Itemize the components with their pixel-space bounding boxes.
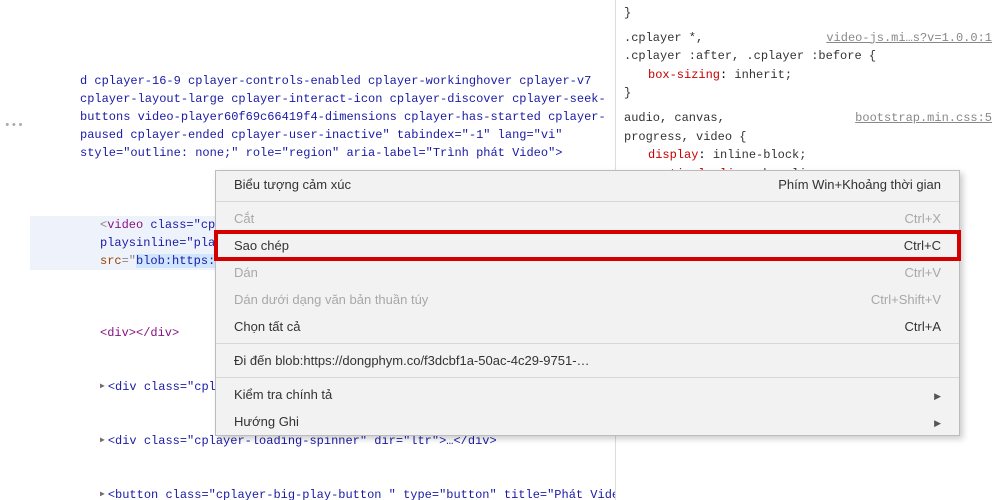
menu-emoji[interactable]: Biểu tượng cảm xúc Phím Win+Khoảng thời …: [216, 171, 959, 198]
menu-paste-plain[interactable]: Dán dưới dạng văn bản thuần túy Ctrl+Shi…: [216, 286, 959, 313]
menu-separator: [216, 377, 959, 378]
menu-goto-url[interactable]: Đi đến blob:https://dongphym.co/f3dcbf1a…: [216, 347, 959, 374]
css-source-link[interactable]: bootstrap.min.css:5: [855, 109, 992, 128]
menu-separator: [216, 343, 959, 344]
css-rule-1[interactable]: video-js.mi…s?v=1.0.0:1 .cplayer *, .cpl…: [624, 29, 992, 103]
context-menu: Biểu tượng cảm xúc Phím Win+Khoảng thời …: [215, 170, 960, 436]
css-source-link[interactable]: video-js.mi…s?v=1.0.0:1: [826, 29, 992, 48]
dom-collapsed-row-3[interactable]: <button class="cplayer-big-play-button "…: [30, 486, 615, 500]
menu-paste[interactable]: Dán Ctrl+V: [216, 259, 959, 286]
chevron-right-icon: [934, 387, 941, 402]
menu-copy[interactable]: Sao chép Ctrl+C: [216, 232, 959, 259]
gutter-ellipsis: •••: [4, 118, 24, 135]
menu-spellcheck[interactable]: Kiểm tra chính tả: [216, 381, 959, 408]
menu-writing-direction[interactable]: Hướng Ghi: [216, 408, 959, 435]
chevron-right-icon: [934, 414, 941, 429]
menu-select-all[interactable]: Chọn tất cả Ctrl+A: [216, 313, 959, 340]
dom-fragment-top[interactable]: d cplayer-16-9 cplayer-controls-enabled …: [30, 72, 615, 162]
menu-separator: [216, 201, 959, 202]
css-rule-close: }: [624, 4, 992, 23]
menu-cut[interactable]: Cắt Ctrl+X: [216, 205, 959, 232]
